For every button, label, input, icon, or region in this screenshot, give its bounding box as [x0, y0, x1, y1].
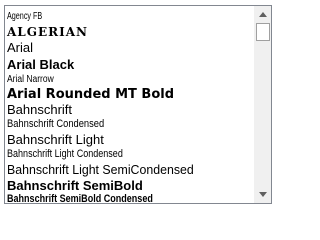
font-item-bahnschrift[interactable]: Bahnschrift — [7, 103, 72, 116]
font-item-algerian[interactable]: ALGERIAN — [7, 26, 88, 38]
vertical-scrollbar[interactable] — [254, 6, 271, 203]
font-item-bahnschrift-semibold-condensed[interactable]: Bahnschrift SemiBold Condensed — [7, 194, 153, 204]
font-item-agency-fb[interactable]: Agency FB — [7, 12, 42, 22]
font-item-bahnschrift-condensed[interactable]: Bahnschrift Condensed — [7, 119, 104, 130]
scroll-up-button[interactable] — [255, 6, 271, 23]
scroll-down-button[interactable] — [255, 186, 271, 203]
font-item-arial-rounded-mt-bold[interactable]: Arial Rounded MT Bold — [7, 88, 174, 101]
font-item-arial-narrow[interactable]: Arial Narrow — [7, 75, 54, 85]
scrollbar-thumb[interactable] — [256, 23, 270, 41]
font-item-bahnschrift-semibold[interactable]: Bahnschrift SemiBold — [7, 179, 143, 192]
scroll-up-arrow-icon — [259, 12, 267, 17]
font-item-arial[interactable]: Arial — [7, 41, 33, 54]
font-item-bahnschrift-light-condensed[interactable]: Bahnschrift Light Condensed — [7, 149, 123, 160]
font-listbox[interactable]: Agency FB ALGERIAN Arial Arial Black Ari… — [4, 5, 272, 204]
font-list-items: Agency FB ALGERIAN Arial Arial Black Ari… — [5, 6, 255, 204]
font-item-bahnschrift-light[interactable]: Bahnschrift Light — [7, 133, 104, 146]
font-item-arial-black[interactable]: Arial Black — [7, 58, 74, 71]
scroll-down-arrow-icon — [259, 192, 267, 197]
font-item-bahnschrift-light-semicondensed[interactable]: Bahnschrift Light SemiCondensed — [7, 163, 194, 176]
